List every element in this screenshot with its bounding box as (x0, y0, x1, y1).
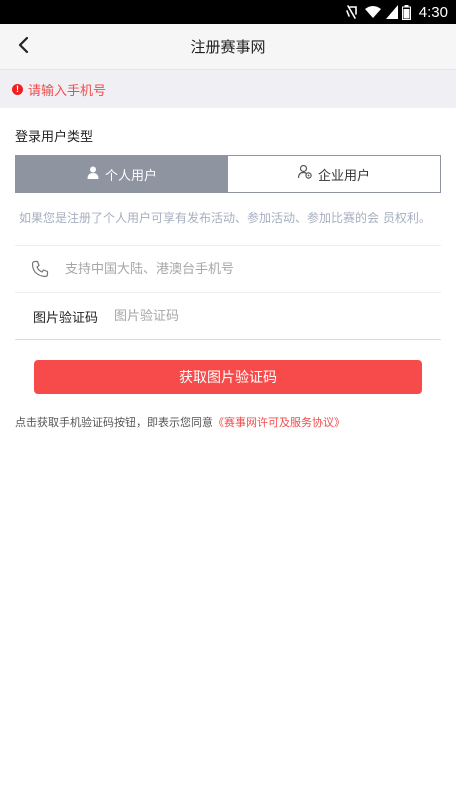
user-type-toggle: 个人用户 企业用户 (15, 155, 441, 193)
error-message: 请输入手机号 (28, 83, 107, 99)
captcha-label: 图片验证码 (33, 310, 99, 326)
personal-user-label: 个人用户 (104, 168, 157, 184)
enterprise-user-label: 企业用户 (317, 168, 370, 184)
agreement-prefix: 点击获取手机验证码按钮，即表示您同意 (15, 416, 213, 429)
agreement-notice: 点击获取手机验证码按钮，即表示您同意《赛事网许可及服务协议》 (0, 414, 456, 430)
captcha-input[interactable] (114, 308, 441, 324)
enterprise-user-icon (297, 164, 312, 183)
signal-icon (385, 5, 398, 19)
alert-circle-icon: ! (12, 83, 23, 95)
status-time: 4:30 (418, 3, 448, 21)
error-banner: ! 请输入手机号 (0, 70, 456, 108)
person-icon (87, 166, 99, 183)
status-bar: 4:30 (0, 0, 456, 24)
user-type-description: 如果您是注册了个人用户可享有发布活动、参加活动、参加比赛的会 员权利。 (19, 211, 431, 225)
nav-bar: 注册赛事网 (0, 24, 456, 70)
page-title: 注册赛事网 (190, 38, 266, 56)
captcha-row: 图片验证码 (15, 293, 441, 340)
get-captcha-button[interactable]: 获取图片验证码 (34, 360, 422, 394)
back-button[interactable] (8, 24, 38, 70)
agreement-link[interactable]: 《赛事网许可及服务协议》 (213, 416, 345, 429)
phone-icon (15, 260, 65, 278)
battery-icon (401, 4, 411, 20)
phone-row (15, 246, 441, 293)
chevron-left-icon (17, 36, 29, 58)
phone-input[interactable] (65, 261, 441, 277)
enterprise-user-option[interactable]: 企业用户 (228, 156, 440, 192)
vibrate-icon (344, 4, 360, 20)
wifi-icon (364, 5, 382, 19)
registration-form: 图片验证码 (15, 245, 441, 340)
personal-user-option[interactable]: 个人用户 (16, 156, 228, 192)
user-type-label: 登录用户类型 (15, 130, 94, 145)
